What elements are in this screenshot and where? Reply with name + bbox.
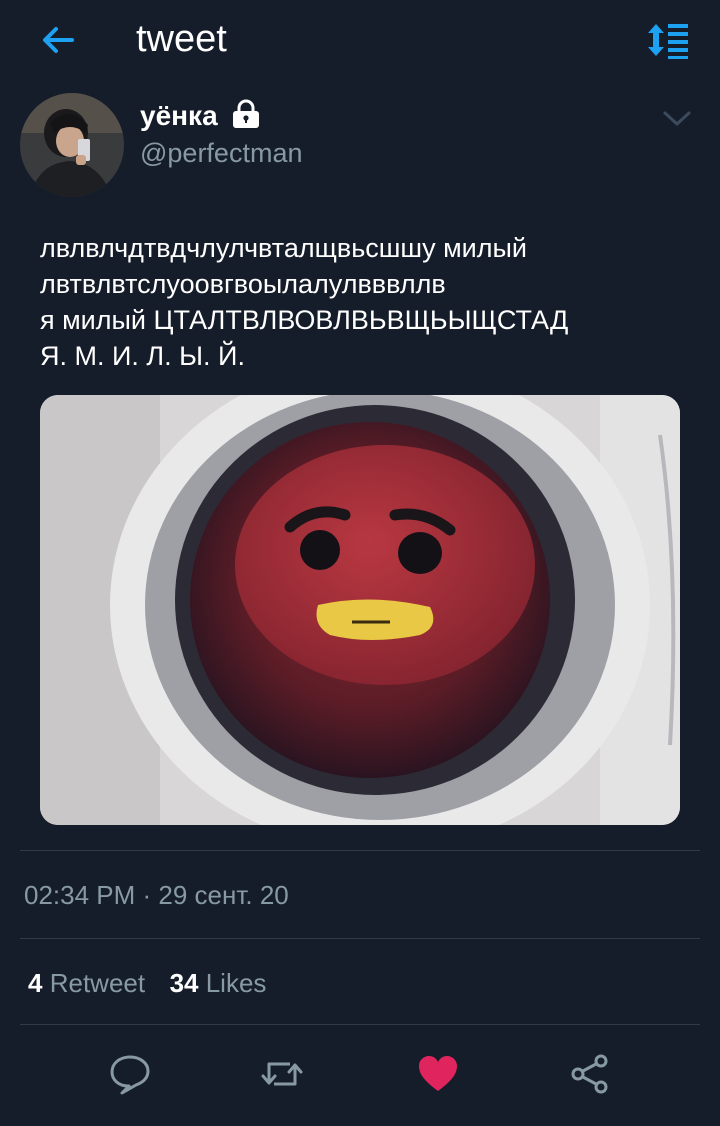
retweet-button[interactable]: [260, 1052, 304, 1096]
display-name[interactable]: уёнка: [140, 100, 218, 132]
back-button[interactable]: [38, 20, 78, 60]
chevron-down-icon: [663, 111, 691, 126]
share-button[interactable]: [568, 1052, 612, 1096]
reply-icon: [110, 1055, 150, 1095]
share-icon: [571, 1054, 608, 1094]
tweet-text: лвлвлчдтвдчлулчвталщвьсшшу милый лвтвлвт…: [40, 233, 569, 371]
retweet-label[interactable]: Retweet: [50, 968, 145, 998]
arrow-left-icon: [43, 27, 74, 53]
more-options-button[interactable]: [662, 108, 692, 128]
sort-button[interactable]: [646, 20, 690, 60]
likes-label[interactable]: Likes: [206, 968, 267, 998]
tweet-image[interactable]: [40, 395, 680, 825]
retweet-icon: [261, 1062, 303, 1086]
reply-button[interactable]: [108, 1052, 152, 1096]
top-bar: tweet: [0, 0, 720, 80]
heart-icon: [419, 1056, 457, 1091]
tweet-timestamp: 02:34 PM · 29 сент. 20: [24, 880, 289, 910]
washing-machine-photo: [40, 395, 680, 825]
avatar-photo: [20, 93, 124, 197]
retweet-count[interactable]: 4: [28, 968, 42, 998]
likes-count[interactable]: 34: [170, 968, 199, 998]
like-button[interactable]: [416, 1052, 460, 1096]
divider: [20, 850, 700, 851]
user-handle[interactable]: @perfectman: [140, 138, 302, 169]
avatar[interactable]: [20, 93, 124, 197]
divider: [20, 1024, 700, 1025]
sort-list-icon: [648, 24, 688, 59]
divider: [20, 938, 700, 939]
lock-icon: [231, 99, 261, 129]
tweet-stats: 4 Retweet 34 Likes: [28, 968, 266, 999]
page-title: tweet: [136, 18, 227, 60]
